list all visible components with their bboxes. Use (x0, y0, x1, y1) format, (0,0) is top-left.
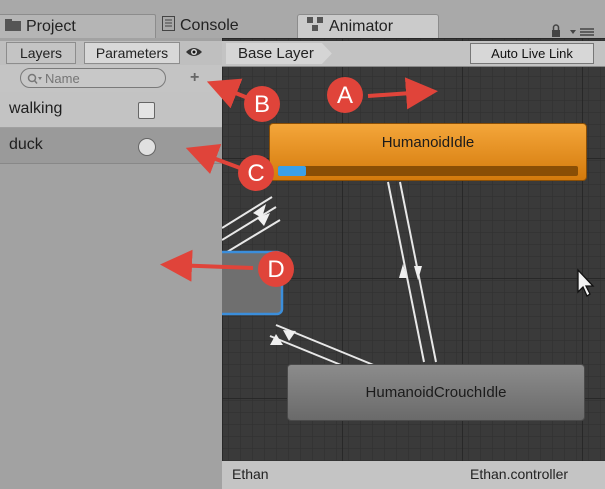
callout-arrow-a (367, 77, 438, 110)
annotation-overlay: A B C D (160, 77, 438, 287)
callout-letter-a: A (337, 82, 353, 109)
callout-letter-b: B (254, 91, 270, 118)
callout-arrow-d (160, 249, 254, 282)
callout-arrow-b (206, 78, 249, 109)
callout-arrow-c (185, 143, 241, 174)
callout-letter-c: C (247, 160, 264, 187)
callout-letter-d: D (267, 256, 284, 283)
